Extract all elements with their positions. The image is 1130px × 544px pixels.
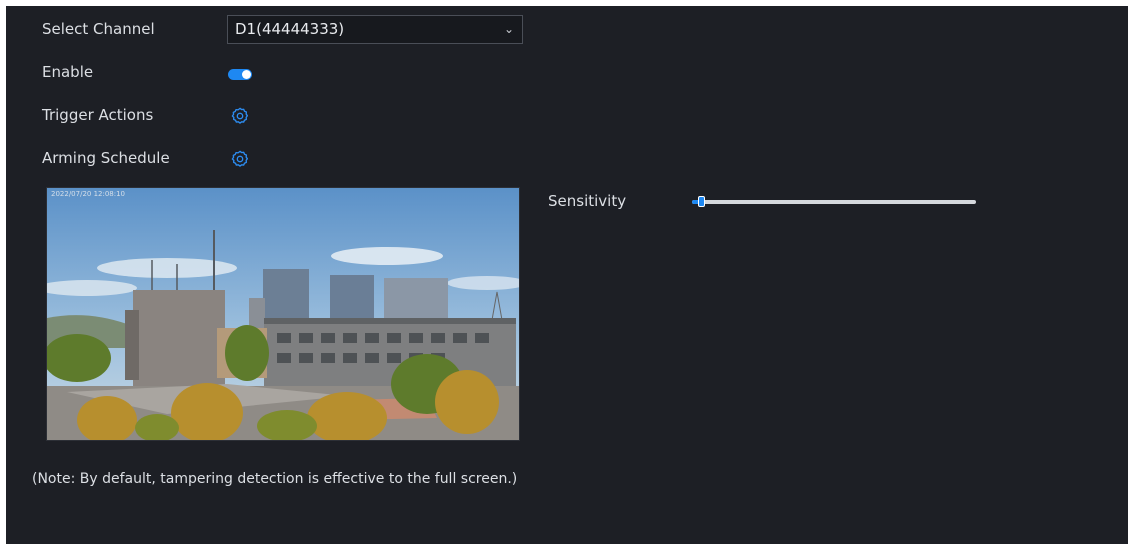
channel-select[interactable]: D1(44444333) ⌄ bbox=[227, 15, 523, 44]
select-channel-label: Select Channel bbox=[42, 20, 155, 38]
chevron-down-icon[interactable]: ⌄ bbox=[504, 16, 514, 43]
gear-icon[interactable] bbox=[231, 107, 249, 125]
toggle-knob bbox=[242, 70, 251, 79]
camera-preview[interactable]: 2022/07/20 12:08:10 bbox=[46, 187, 520, 441]
gear-icon[interactable] bbox=[231, 150, 249, 168]
arming-schedule-label: Arming Schedule bbox=[42, 149, 170, 167]
enable-label: Enable bbox=[42, 63, 94, 81]
camera-scene-image bbox=[47, 188, 519, 440]
preview-timestamp: 2022/07/20 12:08:10 bbox=[51, 190, 126, 198]
sensitivity-label: Sensitivity bbox=[548, 192, 627, 210]
sensitivity-slider-thumb[interactable] bbox=[698, 196, 705, 207]
tampering-note: (Note: By default, tampering detection i… bbox=[32, 471, 518, 487]
tampering-settings-panel: Select Channel D1(44444333) ⌄ Enable Tri… bbox=[6, 6, 1128, 544]
channel-select-value: D1(44444333) bbox=[235, 20, 345, 38]
enable-toggle[interactable] bbox=[228, 69, 252, 80]
trigger-actions-label: Trigger Actions bbox=[42, 106, 154, 124]
sensitivity-slider[interactable] bbox=[692, 196, 976, 207]
